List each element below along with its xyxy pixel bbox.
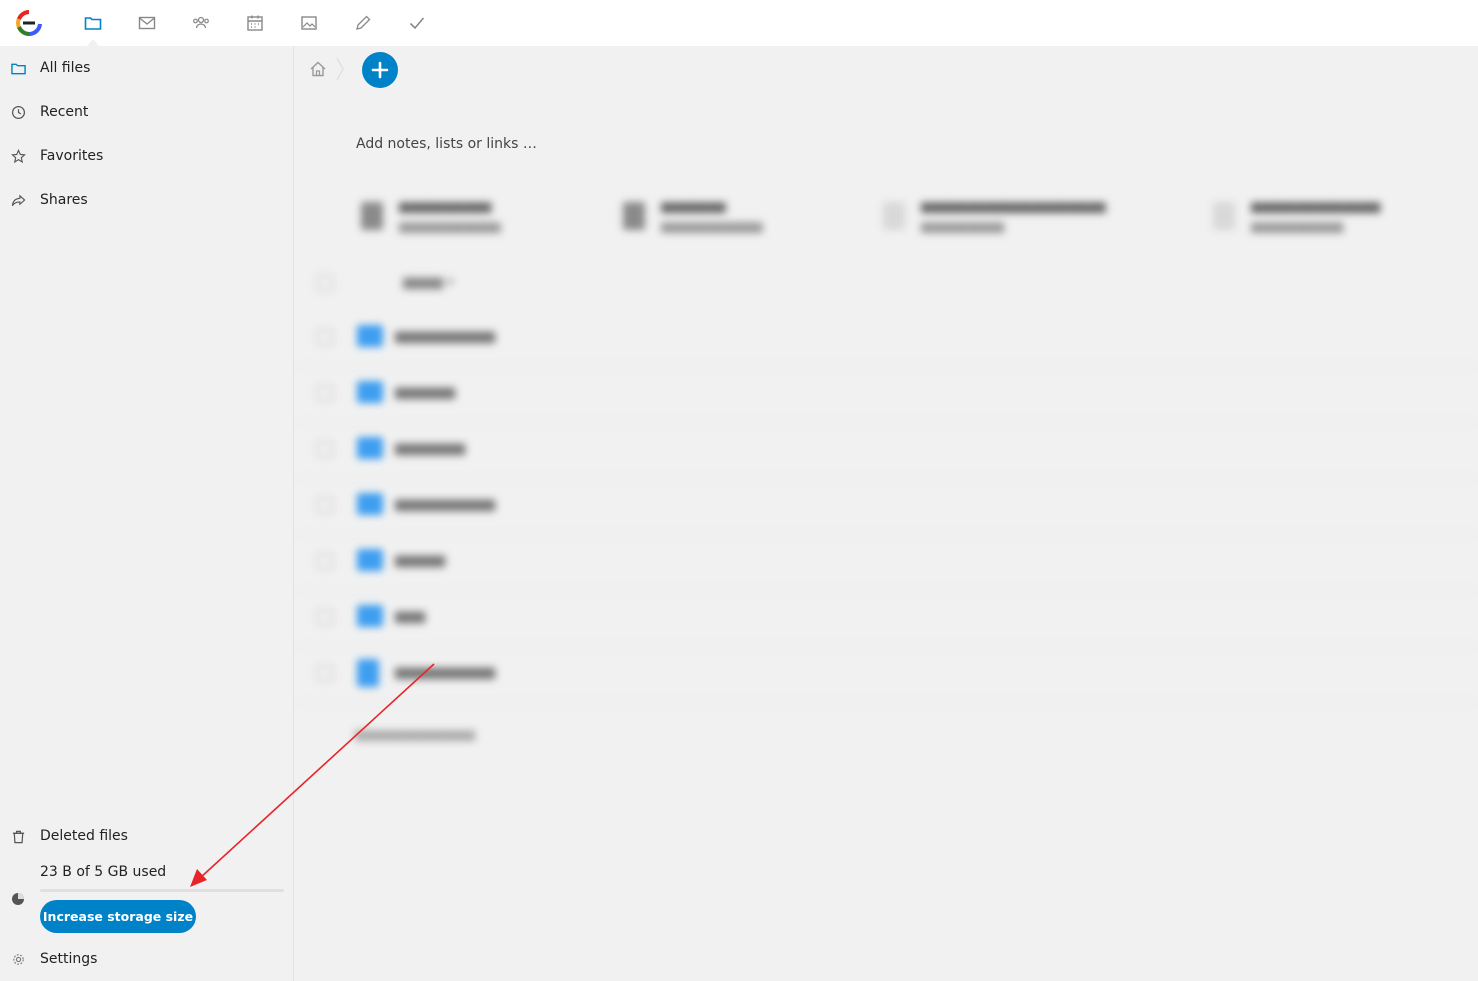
table-row: ▆▆▆▆▆: [295, 535, 1478, 591]
folder-icon: [10, 60, 26, 76]
sidebar-item-all-files[interactable]: All files: [0, 48, 294, 88]
table-row: ▆▆▆▆▆▆▆▆▆▆: [295, 647, 1478, 703]
sidebar-item-label: Deleted files: [40, 828, 128, 844]
increase-storage-button[interactable]: Increase storage size: [40, 900, 196, 933]
trash-icon: [10, 828, 26, 844]
mail-app-icon[interactable]: [136, 12, 158, 34]
sidebar-item-label: Shares: [40, 192, 88, 208]
storage-pie-icon: [12, 893, 24, 905]
home-icon[interactable]: [309, 60, 327, 78]
plus-icon: [371, 61, 389, 79]
sidebar-item-label: Settings: [40, 951, 98, 967]
rich-workspace-placeholder[interactable]: Add notes, lists or links …: [356, 136, 537, 152]
sidebar-item-shares[interactable]: Shares: [0, 180, 294, 220]
sidebar-item-label: Favorites: [40, 148, 104, 164]
table-row: ▆▆▆▆▆▆▆▆▆▆: [295, 479, 1478, 535]
clock-icon: [10, 104, 26, 120]
sidebar-item-favorites[interactable]: Favorites: [0, 136, 294, 176]
add-new-button[interactable]: [362, 52, 398, 88]
recent-file-card: ▆▆▆▆▆▆▆▆▆▆▆▆▆▆▆▆▆▆▆▆ ▆▆▆▆▆▆▆▆▆: [883, 193, 1106, 239]
breadcrumb-chevron-icon: [336, 57, 344, 81]
files-sidebar: All files Recent Favorites Shares Delete…: [0, 46, 294, 981]
photos-app-icon[interactable]: [298, 12, 320, 34]
active-app-indicator: [87, 39, 99, 46]
file-list-header: ▆▆▆▆ ▾: [295, 261, 1478, 305]
top-app-bar: [0, 0, 1478, 46]
gear-icon: [10, 951, 26, 967]
storage-quota-text: 23 B of 5 GB used: [40, 864, 167, 880]
table-row: ▆▆▆▆▆▆▆▆▆▆: [295, 311, 1478, 367]
share-icon: [10, 192, 26, 208]
files-app-icon[interactable]: [82, 12, 104, 34]
contacts-app-icon[interactable]: [190, 12, 212, 34]
recent-file-card: ▆▆▆▆▆▆▆▆▆▆ ▆▆▆▆▆▆▆▆▆▆▆: [361, 193, 501, 239]
table-row: ▆▆▆▆▆▆: [295, 367, 1478, 423]
tasks-app-icon[interactable]: [406, 12, 428, 34]
calendar-app-icon[interactable]: [244, 12, 266, 34]
sidebar-item-recent[interactable]: Recent: [0, 92, 294, 132]
sidebar-item-settings[interactable]: Settings: [0, 939, 294, 979]
table-row: ▆▆▆▆▆▆▆: [295, 423, 1478, 479]
recent-file-card: ▆▆▆▆▆▆▆ ▆▆▆▆▆▆▆▆▆▆▆: [623, 193, 763, 239]
star-icon: [10, 148, 26, 164]
blurred-file-list: ▆▆▆▆▆▆▆▆▆▆ ▆▆▆▆▆▆▆▆▆▆▆ ▆▆▆▆▆▆▆ ▆▆▆▆▆▆▆▆▆▆▆…: [295, 171, 1478, 751]
recent-file-card: ▆▆▆▆▆▆▆▆▆▆▆▆▆▆ ▆▆▆▆▆▆▆▆▆▆: [1213, 193, 1380, 239]
files-main-area: Add notes, lists or links … ▆▆▆▆▆▆▆▆▆▆ ▆▆…: [295, 46, 1478, 981]
table-row: ▆▆▆: [295, 591, 1478, 647]
sidebar-item-label: All files: [40, 60, 91, 76]
sidebar-item-deleted-files[interactable]: Deleted files: [0, 816, 294, 856]
ecloud-logo[interactable]: [16, 10, 42, 36]
notes-app-icon[interactable]: [352, 12, 374, 34]
sidebar-item-label: Recent: [40, 104, 89, 120]
file-list-summary: ▆▆▆▆▆▆▆▆▆▆▆▆▆: [355, 727, 475, 741]
storage-quota-bar: [40, 889, 284, 892]
